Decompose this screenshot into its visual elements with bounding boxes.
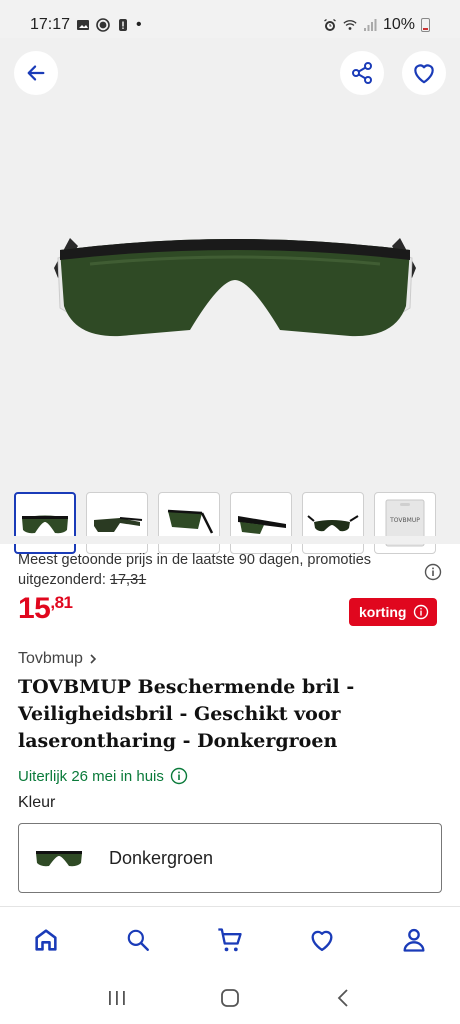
nav-cart[interactable]: [184, 907, 276, 973]
thumbnail-1[interactable]: [14, 492, 76, 554]
back-chevron-icon: [338, 989, 348, 1007]
product-title: TOVBMUP Beschermende bril - Veiligheidsb…: [18, 676, 355, 752]
nav-home[interactable]: [0, 907, 92, 973]
info-icon[interactable]: [170, 767, 188, 785]
back-system-button[interactable]: [323, 983, 363, 1013]
nav-search[interactable]: [92, 907, 184, 973]
product-hero: TOVBMUP: [0, 38, 460, 554]
cart-icon: [218, 927, 242, 951]
system-navigation: [0, 972, 460, 1024]
heart-icon: [311, 930, 333, 951]
thumbnail-strip: TOVBMUP: [14, 492, 436, 554]
recent-apps-button[interactable]: [97, 983, 137, 1013]
share-button[interactable]: [340, 51, 384, 95]
current-price: 15,81: [18, 592, 73, 626]
thumbnail-image: [238, 516, 286, 534]
thumbnail-3[interactable]: [158, 492, 220, 554]
variant-thumbnail: [29, 838, 89, 878]
home-icon: [35, 928, 57, 951]
thumbnail-image: [94, 517, 143, 532]
alarm-icon: [324, 18, 336, 31]
price-note: Meest getoonde prijs in de laatste 90 da…: [18, 550, 408, 590]
arrow-left-icon: [27, 65, 45, 81]
color-label: Kleur: [18, 794, 56, 811]
status-dot: •: [136, 16, 142, 33]
search-icon: [127, 929, 149, 951]
gallery-icon: [77, 20, 90, 30]
thumbnail-image: [307, 515, 359, 532]
discount-label: korting: [359, 604, 407, 620]
color-variant-selector[interactable]: Donkergroen: [18, 823, 442, 893]
status-time: 17:17: [30, 16, 71, 33]
bottom-navigation: [0, 906, 460, 972]
old-price: 17,31: [109, 572, 147, 588]
info-icon[interactable]: [424, 563, 442, 581]
record-icon: [96, 18, 110, 32]
thumbnail-2[interactable]: [86, 492, 148, 554]
brand-link[interactable]: Tovbmup: [18, 650, 98, 668]
brand-name: Tovbmup: [18, 650, 83, 667]
share-icon: [352, 62, 372, 84]
status-left: 17:17 •: [30, 16, 142, 34]
recent-apps-icon: [108, 991, 125, 1005]
info-icon: [414, 604, 429, 620]
price-euros: 15: [18, 592, 51, 625]
price-note-text: Meest getoonde prijs in de laatste 90 da…: [18, 552, 372, 588]
thumbnail-5[interactable]: [302, 492, 364, 554]
chevron-right-icon: [90, 654, 97, 664]
battery-icon: [421, 18, 430, 32]
back-button[interactable]: [14, 51, 58, 95]
delivery-info: Uiterlijk 26 mei in huis: [18, 767, 188, 785]
status-right: 10%: [323, 16, 430, 34]
variant-name: Donkergroen: [109, 847, 214, 868]
variant-image: [36, 851, 82, 867]
heart-icon: [414, 64, 434, 84]
home-circle-icon: [221, 989, 239, 1007]
signal-icon: [363, 19, 377, 31]
thumbnail-4[interactable]: [230, 492, 292, 554]
battery-percentage: 10%: [382, 16, 415, 33]
package-label: TOVBMUP: [389, 517, 420, 524]
price-cents: ,81: [50, 593, 73, 612]
thumbnail-image: [22, 515, 68, 534]
section-separator: [0, 536, 460, 544]
alert-icon: [119, 19, 128, 31]
discount-badge[interactable]: korting: [349, 598, 438, 626]
nav-favorites[interactable]: [276, 907, 368, 973]
delivery-text: Uiterlijk 26 mei in huis: [18, 767, 164, 785]
wifi-icon: [343, 20, 357, 30]
user-icon: [403, 928, 425, 952]
thumbnail-6[interactable]: TOVBMUP: [374, 492, 436, 554]
home-system-button[interactable]: [210, 983, 250, 1013]
nav-account[interactable]: [368, 907, 460, 973]
favorite-button[interactable]: [402, 51, 446, 95]
product-main-image[interactable]: [50, 198, 420, 378]
